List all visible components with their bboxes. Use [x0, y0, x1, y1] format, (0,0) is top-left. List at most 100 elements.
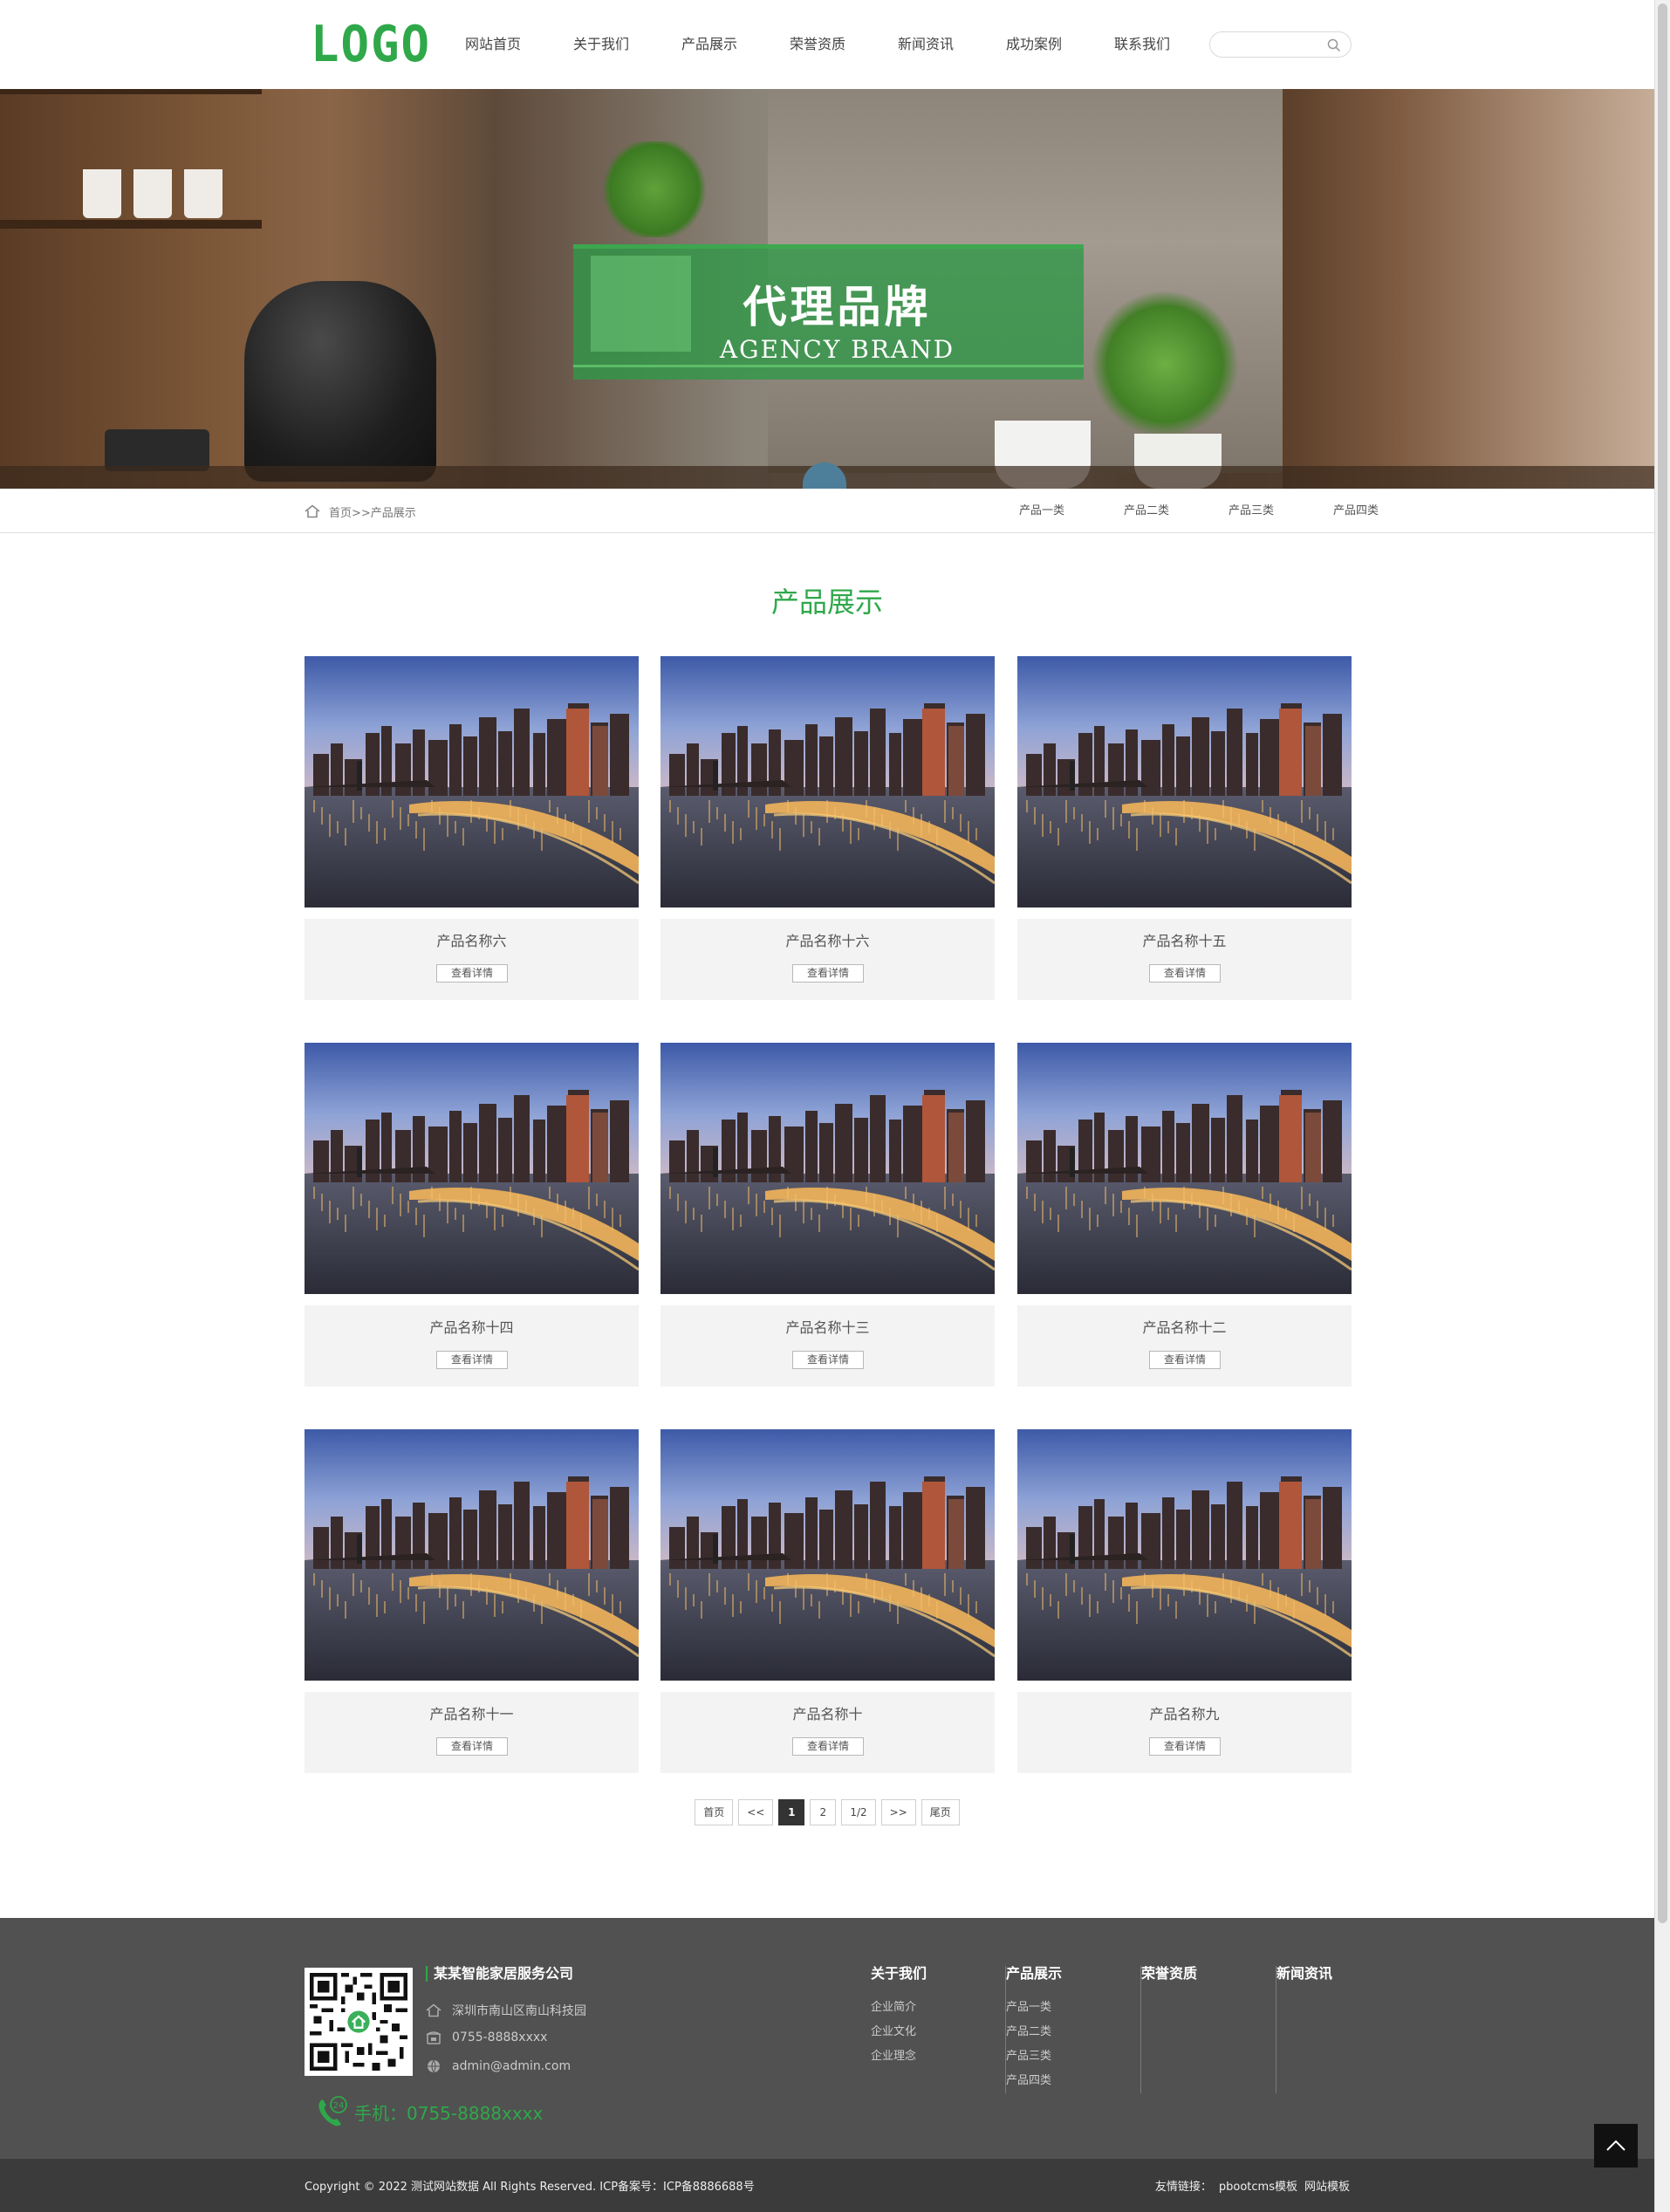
footer-link[interactable]: 产品一类: [1006, 1996, 1140, 2020]
product-name[interactable]: 产品名称十三: [660, 1316, 995, 1337]
product-image[interactable]: [660, 656, 995, 907]
chevron-up-icon: [1606, 2140, 1626, 2151]
first-page-button[interactable]: 首页: [695, 1799, 734, 1825]
page-title: 产品展示: [770, 586, 883, 619]
banner-mixer: [244, 281, 436, 482]
footer-link[interactable]: 产品三类: [1006, 2044, 1140, 2069]
subnav-category-2[interactable]: 产品二类: [1064, 503, 1169, 520]
product-name[interactable]: 产品名称十二: [1017, 1316, 1352, 1337]
footer-link[interactable]: 产品二类: [1006, 2020, 1140, 2044]
page-1-button[interactable]: 1: [778, 1799, 805, 1825]
footer-col-products: 产品展示 产品一类 产品二类 产品三类 产品四类: [1006, 1966, 1141, 2093]
footer-email: admin@admin.com: [426, 2059, 571, 2073]
view-details-button[interactable]: 查看详情: [792, 1351, 864, 1369]
site-header: LOGO 网站首页 关于我们 产品展示 荣誉资质 新闻资讯 成功案例 联系我们: [0, 0, 1654, 89]
page-2-button[interactable]: 2: [810, 1799, 837, 1825]
view-details-button[interactable]: 查看详情: [436, 1737, 508, 1756]
site-footer: 某某智能家居服务公司 深圳市南山区南山科技园 0755-8888xxxx adm…: [0, 1918, 1654, 2159]
view-details-button[interactable]: 查看详情: [792, 1737, 864, 1756]
friend-links: 友情链接： pbootcms模板 网站模板: [1155, 2177, 1350, 2194]
footer-col-title[interactable]: 新闻资讯: [1276, 1966, 1412, 1982]
view-details-button[interactable]: 查看详情: [1149, 964, 1221, 983]
breadcrumb: 首页>>产品展示: [305, 503, 416, 520]
footer-link[interactable]: 企业理念: [871, 2044, 1005, 2069]
search-icon[interactable]: [1326, 38, 1342, 53]
product-image[interactable]: [1017, 1429, 1352, 1681]
product-image[interactable]: [660, 1043, 995, 1294]
telephone-icon: [426, 2031, 441, 2044]
footer-col-title[interactable]: 荣誉资质: [1141, 1966, 1276, 1982]
copyright-text: Copyright © 2022 测试网站数据 All Rights Reser…: [305, 2181, 755, 2194]
home-icon: [426, 2003, 441, 2017]
view-details-button[interactable]: 查看详情: [792, 964, 864, 983]
product-name[interactable]: 产品名称十: [660, 1702, 995, 1723]
footer-col-title[interactable]: 产品展示: [1006, 1966, 1140, 1982]
email-text[interactable]: admin@admin.com: [452, 2059, 571, 2073]
nav-about[interactable]: 关于我们: [547, 31, 655, 58]
svg-text:24: 24: [333, 2101, 345, 2111]
nav-cases[interactable]: 成功案例: [980, 31, 1088, 58]
main-nav: 网站首页 关于我们 产品展示 荣誉资质 新闻资讯 成功案例 联系我们: [439, 31, 1196, 58]
site-logo[interactable]: LOGO: [311, 19, 429, 69]
back-to-top-button[interactable]: [1594, 2124, 1638, 2167]
product-name[interactable]: 产品名称十五: [1017, 929, 1352, 950]
product-card: 产品名称十二 查看详情: [1017, 1043, 1352, 1387]
banner-socket: [105, 429, 209, 471]
banner-shelf: [0, 220, 262, 229]
friend-links-label: 友情链接：: [1154, 2181, 1212, 2194]
page-status: 1/2: [841, 1799, 876, 1825]
view-details-button[interactable]: 查看详情: [1149, 1351, 1221, 1369]
search-input[interactable]: [1221, 36, 1325, 53]
view-details-button[interactable]: 查看详情: [1149, 1737, 1221, 1756]
subnav-category-1[interactable]: 产品一类: [960, 503, 1064, 520]
vertical-scrollbar[interactable]: [1654, 0, 1670, 2212]
product-card: 产品名称十 查看详情: [660, 1429, 995, 1773]
banner-title-cn: 代理品牌: [743, 282, 932, 332]
nav-news[interactable]: 新闻资讯: [872, 31, 980, 58]
product-image[interactable]: [305, 1043, 639, 1294]
product-card: 产品名称九 查看详情: [1017, 1429, 1352, 1773]
banner-wood-panel: [1283, 89, 1654, 489]
view-details-button[interactable]: 查看详情: [436, 1351, 508, 1369]
copyright-bar: Copyright © 2022 测试网站数据 All Rights Reser…: [0, 2159, 1654, 2212]
product-name[interactable]: 产品名称十四: [305, 1316, 639, 1337]
product-name[interactable]: 产品名称十六: [660, 929, 995, 950]
footer-link[interactable]: 产品四类: [1006, 2069, 1140, 2093]
nav-products[interactable]: 产品展示: [655, 31, 763, 58]
company-name: 某某智能家居服务公司: [426, 1966, 573, 1982]
nav-honors[interactable]: 荣誉资质: [763, 31, 872, 58]
friend-link[interactable]: pbootcms模板: [1219, 2177, 1297, 2194]
subnav-category-3[interactable]: 产品三类: [1169, 503, 1274, 520]
product-image[interactable]: [305, 656, 639, 907]
product-name[interactable]: 产品名称六: [305, 929, 639, 950]
nav-home[interactable]: 网站首页: [439, 31, 547, 58]
home-icon[interactable]: [305, 504, 320, 518]
product-name[interactable]: 产品名称九: [1017, 1702, 1352, 1723]
nav-contact[interactable]: 联系我们: [1088, 31, 1196, 58]
next-page-button[interactable]: >>: [880, 1799, 916, 1825]
last-page-button[interactable]: 尾页: [921, 1799, 960, 1825]
banner-title-en: AGENCY BRAND: [719, 335, 955, 364]
footer-link[interactable]: 企业简介: [871, 1996, 1005, 2020]
banner-cups: [83, 169, 257, 220]
view-details-button[interactable]: 查看详情: [436, 964, 508, 983]
breadcrumb-bar: 首页>>产品展示 产品一类 产品二类 产品三类 产品四类: [0, 489, 1654, 533]
prev-page-button[interactable]: <<: [738, 1799, 774, 1825]
address-text: 深圳市南山区南山科技园: [452, 2004, 586, 2018]
hero-banner: 代理品牌 AGENCY BRAND: [0, 89, 1654, 489]
product-image[interactable]: [1017, 656, 1352, 907]
breadcrumb-text[interactable]: 首页>>产品展示: [329, 503, 416, 520]
friend-link[interactable]: 网站模板: [1304, 2177, 1350, 2194]
product-image[interactable]: [660, 1429, 995, 1681]
footer-col-title[interactable]: 关于我们: [871, 1966, 1005, 1982]
subnav-category-4[interactable]: 产品四类: [1274, 503, 1379, 520]
footer-link[interactable]: 企业文化: [871, 2020, 1005, 2044]
footer-mobile: 24 手机：0755-8888xxxx: [314, 2094, 543, 2129]
product-image[interactable]: [305, 1429, 639, 1681]
phone-24h-icon: 24: [318, 2096, 347, 2126]
product-image[interactable]: [1017, 1043, 1352, 1294]
phone-text: 0755-8888xxxx: [452, 2031, 548, 2044]
product-card: 产品名称十一 查看详情: [305, 1429, 639, 1773]
scrollbar-thumb[interactable]: [1658, 3, 1667, 1923]
product-name[interactable]: 产品名称十一: [305, 1702, 639, 1723]
